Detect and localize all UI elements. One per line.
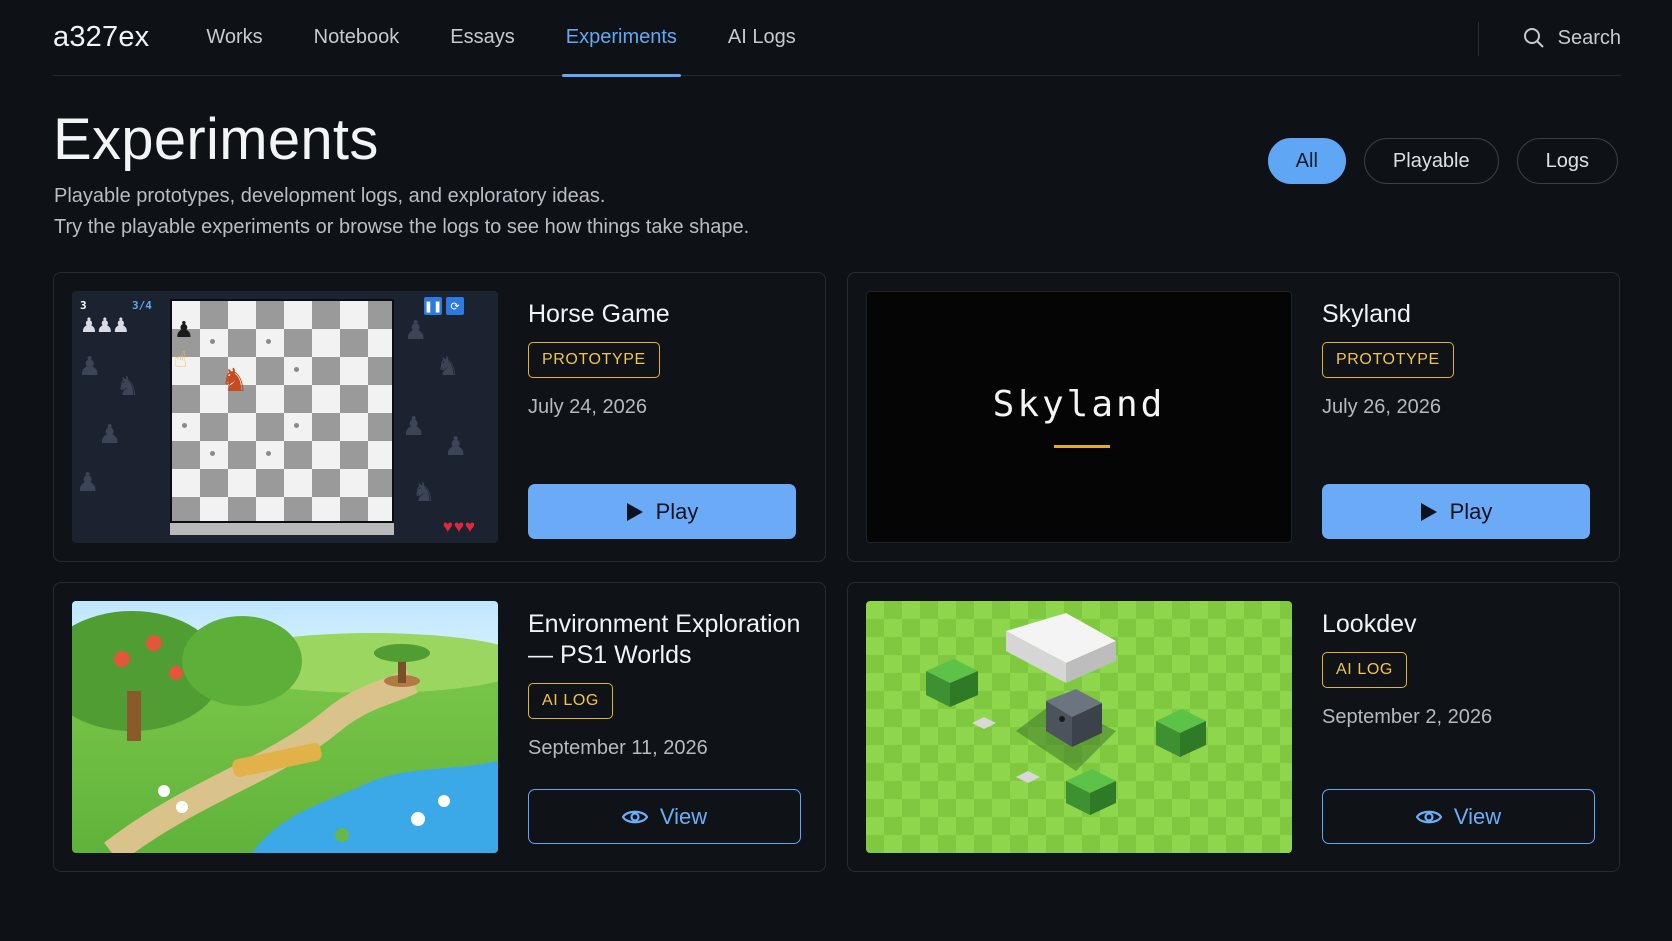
hearts-lives: ♥♥♥ <box>442 517 476 536</box>
environment-thumbnail[interactable] <box>72 601 498 853</box>
pointer-hand-icon: ☝ <box>174 347 188 372</box>
nav-link-notebook[interactable]: Notebook <box>314 0 400 76</box>
restart-icon: ⟳ <box>446 297 464 315</box>
card-date: September 2, 2026 <box>1322 706 1493 728</box>
filter-playable[interactable]: Playable <box>1363 138 1499 184</box>
experiment-card-lookdev: Lookdev AI LOG September 2, 2026 View <box>847 582 1620 872</box>
level-number: 3 <box>80 299 87 312</box>
nav-divider <box>1478 22 1479 56</box>
eye-icon <box>621 810 648 823</box>
experiment-card-environment-exploration: Environment Exploration — PS1 Worlds AI … <box>53 582 826 872</box>
top-nav: a327ex Works Notebook Essays Experiments… <box>53 0 1621 77</box>
ghost-pawn-icon: ♟ <box>444 431 468 461</box>
filter-logs[interactable]: Logs <box>1516 138 1618 184</box>
eye-icon <box>1415 810 1442 823</box>
card-date: July 26, 2026 <box>1322 396 1441 418</box>
nav-link-essays[interactable]: Essays <box>450 0 514 76</box>
nav-link-works[interactable]: Works <box>206 0 262 76</box>
nav-link-ai-logs[interactable]: AI Logs <box>728 0 796 76</box>
status-badge: AI LOG <box>1322 652 1407 688</box>
ghost-horse-icon: ♞ <box>116 371 140 401</box>
lowpoly-landscape-image <box>72 611 498 853</box>
card-title[interactable]: Horse Game <box>528 299 805 330</box>
status-badge: PROTOTYPE <box>1322 342 1454 378</box>
play-button[interactable]: Play <box>1322 484 1590 539</box>
card-title[interactable]: Environment Exploration — PS1 Worlds <box>528 609 805 671</box>
experiment-card-skyland: Skyland Skyland PROTOTYPE July 26, 2026 … <box>847 272 1620 562</box>
card-date: July 24, 2026 <box>528 396 647 418</box>
ghost-horse-icon: ♞ <box>412 477 436 507</box>
chess-board <box>170 299 394 523</box>
play-icon <box>1420 502 1437 521</box>
card-title[interactable]: Skyland <box>1322 299 1599 330</box>
play-icon <box>626 502 643 521</box>
ghost-pawn-icon: ♟ <box>78 351 102 381</box>
page-subtitle-line2: Try the playable experiments or browse t… <box>54 216 750 238</box>
card-title[interactable]: Lookdev <box>1322 609 1599 640</box>
view-button[interactable]: View <box>528 789 801 844</box>
level-progress: 3/4 <box>132 299 152 312</box>
brand-logo[interactable]: a327ex <box>53 21 149 54</box>
search-button[interactable]: Search <box>1522 0 1621 76</box>
lookdev-thumbnail[interactable] <box>866 601 1292 853</box>
page-title: Experiments <box>53 107 379 172</box>
horse-game-thumbnail[interactable]: ♟ ♟ ♟ ♞ ♟ ♞ ♟ ♟ ♞ 3 3/4 ♟♟♟ ♟ ☝ ♞ ❚❚ ⟳ ♥… <box>72 291 498 543</box>
search-icon <box>1522 26 1546 50</box>
ghost-pawn-icon: ♟ <box>402 411 426 441</box>
experiment-card-horse-game: ♟ ♟ ♟ ♞ ♟ ♞ ♟ ♟ ♞ 3 3/4 ♟♟♟ ♟ ☝ ♞ ❚❚ ⟳ ♥… <box>53 272 826 562</box>
filter-chips: All Playable Logs <box>1267 138 1618 184</box>
play-button[interactable]: Play <box>528 484 796 539</box>
pause-icon: ❚❚ <box>424 297 442 315</box>
card-date: September 11, 2026 <box>528 737 708 759</box>
pawn-icon: ♟ <box>174 317 194 342</box>
view-button[interactable]: View <box>1322 789 1595 844</box>
status-badge: AI LOG <box>528 683 613 719</box>
skyland-thumbnail[interactable]: Skyland <box>866 291 1292 543</box>
skyland-underline <box>1054 445 1110 448</box>
filter-all[interactable]: All <box>1267 138 1346 184</box>
skyland-logo-text: Skyland <box>992 384 1166 425</box>
ghost-pawn-icon: ♟ <box>404 315 428 345</box>
ghost-pawn-icon: ♟ <box>98 419 122 449</box>
ghost-pawn-icon: ♟ <box>76 467 100 497</box>
page-subtitle-line1: Playable prototypes, development logs, a… <box>54 185 606 207</box>
ghost-horse-icon: ♞ <box>436 351 460 381</box>
horse-icon: ♞ <box>220 362 249 398</box>
voxel-scene-image <box>926 613 1206 815</box>
search-label: Search <box>1557 26 1621 49</box>
captured-pawns-icon: ♟♟♟ <box>80 315 130 337</box>
status-badge: PROTOTYPE <box>528 342 660 378</box>
nav-link-experiments[interactable]: Experiments <box>561 0 682 77</box>
